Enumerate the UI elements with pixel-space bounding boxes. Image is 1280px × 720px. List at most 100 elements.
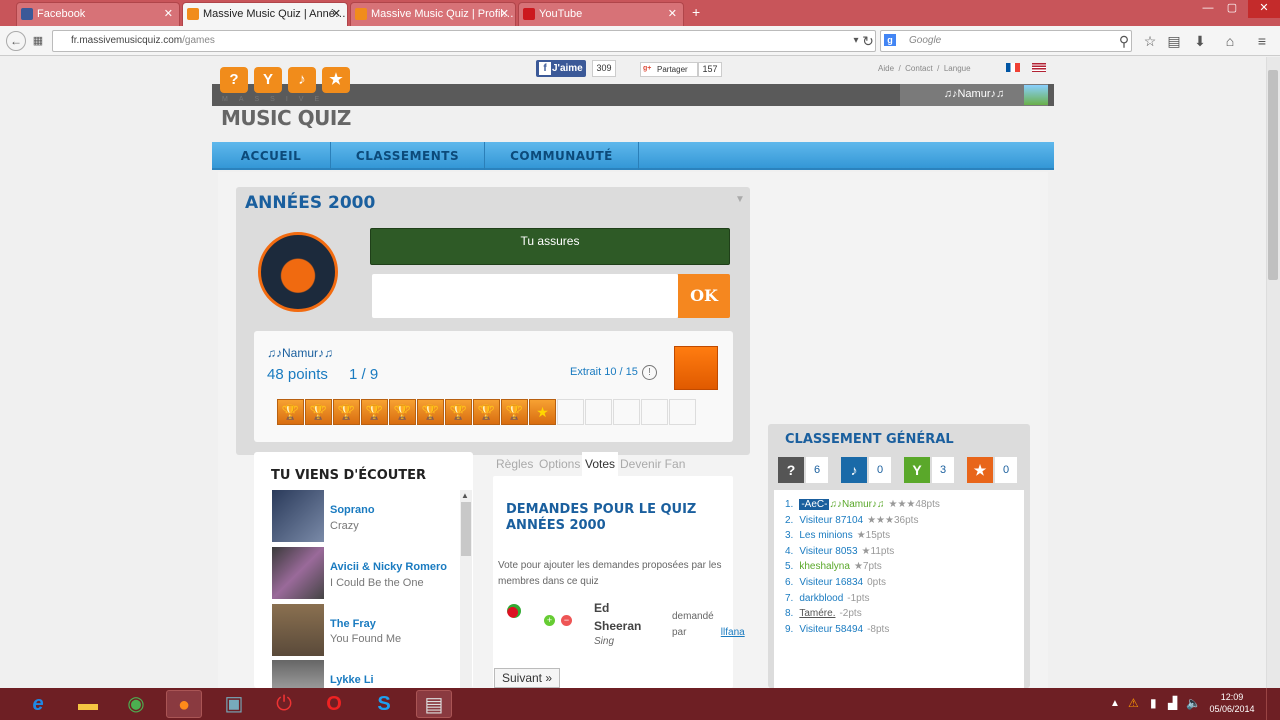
signal-icon[interactable]: ▟	[1168, 696, 1177, 710]
firefox-icon[interactable]: ●	[166, 690, 202, 718]
album-thumb[interactable]	[272, 604, 324, 656]
help-link[interactable]: Aide	[878, 64, 894, 73]
player-score: ★★★48pts	[888, 499, 940, 510]
listened-artist[interactable]: The Fray	[330, 618, 376, 630]
power-icon[interactable]: ⏻	[266, 690, 302, 718]
menu-icon[interactable]: ≡	[1252, 31, 1272, 51]
search-bar[interactable]: Google	[880, 30, 1132, 52]
vote-down-icon[interactable]: −	[561, 615, 572, 626]
album-thumb[interactable]	[272, 660, 324, 688]
listened-artist[interactable]: Soprano	[330, 504, 375, 516]
close-icon[interactable]: ✕	[164, 3, 173, 25]
player-link[interactable]: Tamére.	[799, 608, 835, 619]
ie-icon[interactable]: e	[20, 690, 56, 718]
rank: 7.	[785, 592, 794, 604]
requester-link[interactable]: llfana	[721, 627, 745, 638]
us-flag-icon[interactable]	[1032, 63, 1046, 72]
maximize-icon[interactable]: ▢	[1220, 0, 1244, 18]
player-link[interactable]: Visiteur 16834	[799, 577, 863, 588]
facebook-icon: f	[539, 62, 551, 75]
logo-note-icon: ♪	[288, 67, 316, 93]
player-link[interactable]: -AeC-	[799, 499, 830, 510]
volume-icon[interactable]: 🔈	[1186, 696, 1201, 710]
nav-accueil[interactable]: ACCUEIL	[212, 142, 330, 170]
tab-youtube[interactable]: YouTube ✕	[518, 2, 684, 26]
google-icon[interactable]: g	[884, 34, 896, 46]
tab-quiz-annees[interactable]: Massive Music Quiz | Anné… ✕	[182, 2, 348, 26]
skype-icon[interactable]: S	[366, 690, 402, 718]
user-avatar[interactable]	[1024, 85, 1048, 105]
player-link[interactable]: Visiteur 58494	[799, 624, 863, 635]
battery-icon[interactable]: ▮	[1150, 696, 1157, 710]
tab-facebook[interactable]: Facebook ✕	[16, 2, 180, 26]
tab-regles[interactable]: Règles	[496, 456, 533, 476]
listened-song: You Found Me	[330, 633, 402, 645]
listened-artist[interactable]: Lykke Li	[330, 674, 374, 686]
rank: 9.	[785, 623, 794, 635]
player-link[interactable]: Visiteur 8053	[799, 546, 857, 557]
tab-options[interactable]: Options	[539, 456, 580, 476]
new-tab-icon[interactable]: +	[692, 4, 700, 20]
logo-star-icon: ★	[322, 67, 350, 93]
player-link[interactable]: darkblood	[799, 593, 843, 604]
album-thumb[interactable]	[272, 547, 324, 599]
nav-classements[interactable]: CLASSEMENTS	[331, 142, 484, 170]
ok-button[interactable]: OK	[678, 274, 730, 318]
player-link[interactable]: Visiteur 87104	[799, 515, 863, 526]
album-thumb[interactable]	[272, 490, 324, 542]
logo-text[interactable]: MUSIC QUIZ	[221, 106, 351, 130]
minimize-icon[interactable]: —	[1196, 0, 1220, 18]
bookmark-star-icon[interactable]: ☆	[1140, 31, 1160, 51]
close-icon[interactable]: ✕	[332, 3, 341, 25]
next-button[interactable]: Suivant »	[494, 668, 560, 688]
tab-votes[interactable]: Votes	[582, 452, 619, 476]
tray-app-icon[interactable]: ⚠	[1128, 696, 1139, 710]
chrome-icon[interactable]: ◉	[118, 690, 154, 718]
player-link[interactable]: Les minions	[799, 530, 852, 541]
clock[interactable]: 12:09 05/06/2014	[1204, 691, 1260, 715]
settings-app-icon[interactable]: ▣	[216, 690, 252, 718]
search-icon[interactable]: ⚲	[1114, 31, 1134, 51]
tab-devenir-fan[interactable]: Devenir Fan	[620, 456, 685, 476]
bookmarks-icon[interactable]: ▤	[1164, 31, 1184, 51]
player-link[interactable]: kheshalyna	[799, 561, 850, 572]
music-note-icon[interactable]: ♪	[841, 457, 867, 483]
tab-quiz-profil[interactable]: Massive Music Quiz | Profil… ✕	[350, 2, 516, 26]
french-flag-icon[interactable]	[1006, 63, 1020, 72]
show-desktop[interactable]	[1266, 688, 1280, 720]
home-icon[interactable]: ⌂	[1220, 31, 1240, 51]
save-app-icon[interactable]: ▤	[416, 690, 452, 718]
trophy-icon: 🏆	[445, 399, 472, 425]
close-window-icon[interactable]: ✕	[1248, 0, 1280, 18]
page-scroll-thumb[interactable]	[1268, 70, 1278, 280]
scroll-up-icon[interactable]: ▲	[461, 491, 469, 500]
google-plus-icon: g+	[643, 65, 652, 72]
player-name[interactable]: ♫♪Namur♪♫	[267, 346, 333, 360]
back-icon[interactable]: ←	[6, 31, 26, 51]
listened-artist[interactable]: Avicii & Nicky Romero	[330, 561, 447, 573]
help-icon[interactable]: !	[642, 365, 657, 380]
close-icon[interactable]: ✕	[500, 3, 509, 25]
vote-up-icon[interactable]: +	[544, 615, 555, 626]
reload-icon[interactable]: ↻	[858, 31, 878, 51]
trophy-icon: 🏆	[417, 399, 444, 425]
tab-label: YouTube	[539, 8, 583, 20]
answer-input[interactable]	[372, 274, 678, 318]
folder-icon[interactable]: ▬	[70, 690, 106, 718]
listened-scroll-thumb[interactable]	[461, 502, 471, 556]
star-icon[interactable]: ★	[967, 457, 993, 483]
grid-icon[interactable]: ▦	[28, 31, 48, 51]
contact-link[interactable]: Contact	[905, 64, 933, 73]
microphone-icon[interactable]: Y	[904, 457, 930, 483]
collapse-icon[interactable]: ▼	[735, 194, 745, 205]
download-icon[interactable]: ⬇	[1190, 31, 1210, 51]
close-icon[interactable]: ✕	[668, 3, 677, 25]
nav-communaute[interactable]: COMMUNAUTÉ	[485, 142, 638, 170]
url-bar[interactable]: fr.massivemusicquiz.com/games	[52, 30, 876, 52]
language-link[interactable]: Langue	[944, 64, 971, 73]
category-count: 0	[869, 457, 891, 483]
question-icon[interactable]: ?	[778, 457, 804, 483]
trophy-icon: 🏆	[305, 399, 332, 425]
opera-icon[interactable]: O	[316, 690, 352, 718]
tray-arrow-icon[interactable]: ▲	[1110, 698, 1120, 709]
